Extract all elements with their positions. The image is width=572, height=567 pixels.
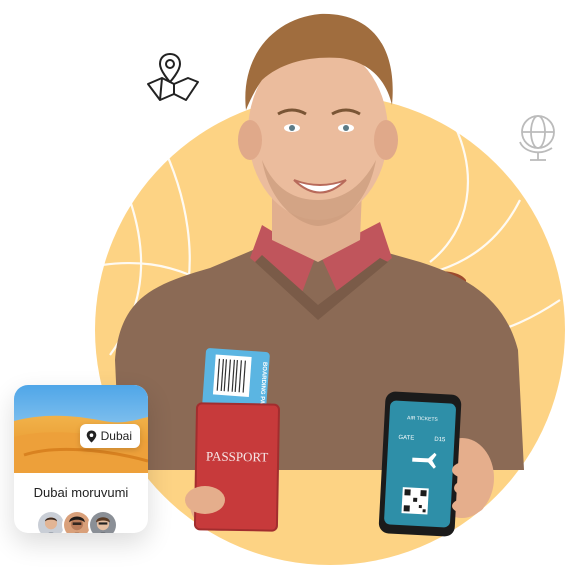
location-label: Dubai bbox=[100, 429, 132, 443]
tour-card[interactable]: Dubai Dubai moruvumi bbox=[14, 385, 148, 533]
svg-text:PASSPORT: PASSPORT bbox=[206, 448, 269, 464]
map-pin-icon bbox=[147, 53, 199, 101]
location-pin-icon bbox=[86, 430, 96, 442]
svg-text:GATE: GATE bbox=[398, 435, 414, 442]
location-badge: Dubai bbox=[79, 424, 140, 448]
avatar bbox=[88, 510, 118, 533]
phone: AIR TICKETS GATE D15 bbox=[378, 391, 462, 537]
tour-title: Dubai moruvumi bbox=[33, 485, 129, 500]
svg-text:D15: D15 bbox=[434, 437, 446, 444]
globe-icon bbox=[519, 115, 555, 161]
